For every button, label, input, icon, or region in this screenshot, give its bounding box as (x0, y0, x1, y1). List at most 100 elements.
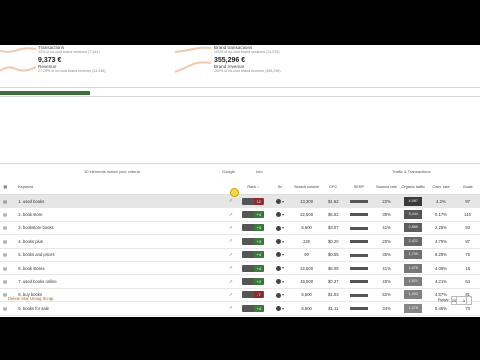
conv-cell: 4.2% (426, 194, 456, 209)
sv-cell[interactable]: ▾ (268, 261, 292, 276)
keyword-cell[interactable]: 7. used books online (10, 274, 224, 289)
stat-revenue-sub: 27.29% of no-cost brand revenue (34,348) (38, 69, 106, 73)
cpc-cell: $0.55 (322, 248, 345, 262)
table-row[interactable]: ▤ 6. book stores ⇗ +4 ▾ 22,500 $6.08 41% 1,678 4… (0, 261, 480, 276)
search-volume-cell: 22,500 (291, 207, 323, 222)
external-link-icon[interactable]: ⇗ (223, 221, 238, 236)
group-google: Google (222, 169, 235, 174)
table-header-row: ▦ Keyword Rank ↓ Sv Search volume CPC SE… (0, 180, 480, 195)
col-bounce[interactable]: Bounce rate (373, 180, 400, 195)
row-icons[interactable]: ▤ (0, 248, 11, 262)
keywords-table: ▦ Keyword Rank ↓ Sv Search volume CPC SE… (0, 180, 480, 317)
table-row[interactable]: ▤ 9. books for sale ⇗ +4 ▾ 6,600 $1.11 34% 1,37… (0, 301, 480, 316)
external-link-icon[interactable]: ⇗ (223, 274, 238, 289)
table-row[interactable]: ▤ 5. books and prices ⇗ +4 ▾ 90 $0.55 35% 1,799… (0, 248, 480, 262)
rank-cell: +4 (237, 207, 269, 222)
conv-cell: 4.79% (426, 234, 456, 249)
status-dot-icon (275, 306, 281, 312)
bounce-cell: 22% (373, 194, 400, 209)
goals-cell: 64 (455, 274, 480, 289)
bounce-cell: 34% (373, 301, 400, 316)
group-info: Info (256, 169, 263, 174)
row-icons[interactable]: ▤ (0, 315, 11, 317)
table-row[interactable]: ▤ 4. books plus ⇗ +3 ▾ 220 $0.20 20% 2,421 4.79%… (0, 234, 480, 249)
rank-cell: +2 (237, 274, 269, 289)
sv-cell[interactable]: ▾ (268, 301, 292, 316)
external-link-icon[interactable]: ⇗ (223, 301, 238, 316)
rank-cell: +4 (237, 315, 269, 317)
mouse-cursor (230, 188, 239, 197)
sv-cell[interactable]: ▾ (268, 194, 292, 209)
keyword-cell[interactable]: 2. book store (10, 207, 224, 222)
serp-cell (344, 234, 374, 249)
row-icons[interactable]: ▤ (0, 221, 11, 236)
goals-cell: 90 (455, 315, 480, 317)
external-link-icon[interactable]: ⇗ (223, 315, 238, 317)
row-icons[interactable]: ▤ (0, 261, 11, 276)
sv-cell[interactable]: ▾ (268, 315, 292, 317)
sv-cell[interactable]: ▾ (268, 221, 292, 236)
divider (0, 87, 480, 88)
keyword-cell[interactable]: 4. books plus (10, 234, 224, 249)
sparkline-right-1 (175, 46, 211, 53)
sv-cell[interactable]: ▾ (268, 288, 292, 303)
search-volume-cell: 220 (291, 234, 323, 249)
keyword-cell[interactable]: 10. bargain books (10, 315, 224, 317)
col-conv[interactable]: Conv. rate (426, 180, 456, 195)
keyword-cell[interactable]: 9. books for sale (10, 301, 224, 316)
organic-traffic-value: 1,521 (404, 277, 423, 287)
page-select[interactable]: 1 (456, 296, 472, 305)
sv-cell[interactable]: ▾ (268, 234, 292, 249)
col-rank[interactable]: Rank ↓ (237, 180, 269, 195)
keyword-cell[interactable]: 5. books and prices (10, 248, 224, 262)
goals-cell: 97 (455, 194, 480, 209)
serp-sparkline (349, 226, 368, 230)
keyword-cell[interactable]: 3. bookstore books (10, 221, 224, 236)
serp-cell (344, 301, 374, 316)
sv-cell[interactable]: ▾ (268, 274, 292, 289)
rank-badge: -7 (242, 291, 265, 299)
table-row[interactable]: ▤ 1. used books ⇗ 12 ▾ 13,300 $1.52 22% 4,987 4.… (0, 194, 480, 209)
row-icons[interactable]: ▤ (0, 194, 11, 209)
keyword-cell[interactable]: 6. book stores (10, 261, 224, 276)
row-icons[interactable]: ▤ (0, 207, 11, 222)
table-row[interactable]: ▤ 2. book store ⇗ +4 ▾ 22,500 $6.52 39% 3,444 0.… (0, 207, 480, 222)
rank-cell: +3 (237, 234, 269, 249)
organic-traffic-value: 1,403 (404, 290, 423, 300)
external-link-icon[interactable]: ⇗ (223, 207, 238, 222)
row-icons[interactable]: ▤ (0, 274, 11, 289)
external-link-icon[interactable]: ⇗ (223, 261, 238, 276)
col-goals[interactable]: Goals (455, 180, 480, 195)
conv-cell: 4.21% (426, 274, 456, 289)
sv-cell[interactable]: ▾ (268, 248, 292, 262)
col-sv[interactable]: Sv (268, 180, 292, 195)
sv-cell[interactable]: ▾ (268, 207, 292, 222)
external-link-icon[interactable]: ⇗ (223, 234, 238, 249)
status-dot-icon (275, 225, 281, 231)
serp-sparkline (349, 253, 368, 257)
footer-actions[interactable]: Delete Star Untag Scrap (8, 296, 53, 301)
table-row[interactable]: ▤ 3. bookstore books ⇗ +5 ▾ 6,600 $3.07 41% 2,8… (0, 221, 480, 236)
table-row[interactable]: ▤ 7. used books online ⇗ +2 ▾ 49,500 $0.37 40%… (0, 274, 480, 289)
col-organic[interactable]: Organic traffic (399, 180, 427, 195)
table-row[interactable]: ▤10. bargain books⇗+4 ▾6,600$0.09 52%1,20… (0, 315, 480, 317)
select-all-icon[interactable]: ▦ (0, 180, 11, 195)
stat-brand-revenue: 355,296 € Brand revenue 100% of no-cost … (214, 57, 281, 73)
external-link-icon[interactable]: ⇗ (223, 288, 238, 303)
bounce-cell: 40% (373, 274, 400, 289)
row-icons[interactable]: ▤ (0, 301, 11, 316)
row-icons[interactable]: ▤ (0, 234, 11, 249)
col-keyword[interactable]: Keyword (10, 180, 224, 195)
keyword-cell[interactable]: 1. used books (10, 194, 224, 209)
col-cpc[interactable]: CPC (322, 180, 345, 195)
organic-traffic-value: 2,889 (404, 223, 423, 233)
external-link-icon[interactable]: ⇗ (223, 248, 238, 262)
status-dot-icon (275, 212, 281, 218)
search-volume-cell: 49,500 (291, 274, 323, 289)
organic-cell: 1,203 (399, 315, 427, 317)
col-serp[interactable]: SERP (344, 180, 374, 195)
serp-cell (344, 274, 374, 289)
table-row[interactable]: ▤ 8. buy books ⇗ -7 ▾ 6,600 $1.03 52% 1,403 4.57… (0, 288, 480, 303)
col-search-volume[interactable]: Search volume (291, 180, 323, 195)
rank-change: -7 (254, 291, 264, 299)
